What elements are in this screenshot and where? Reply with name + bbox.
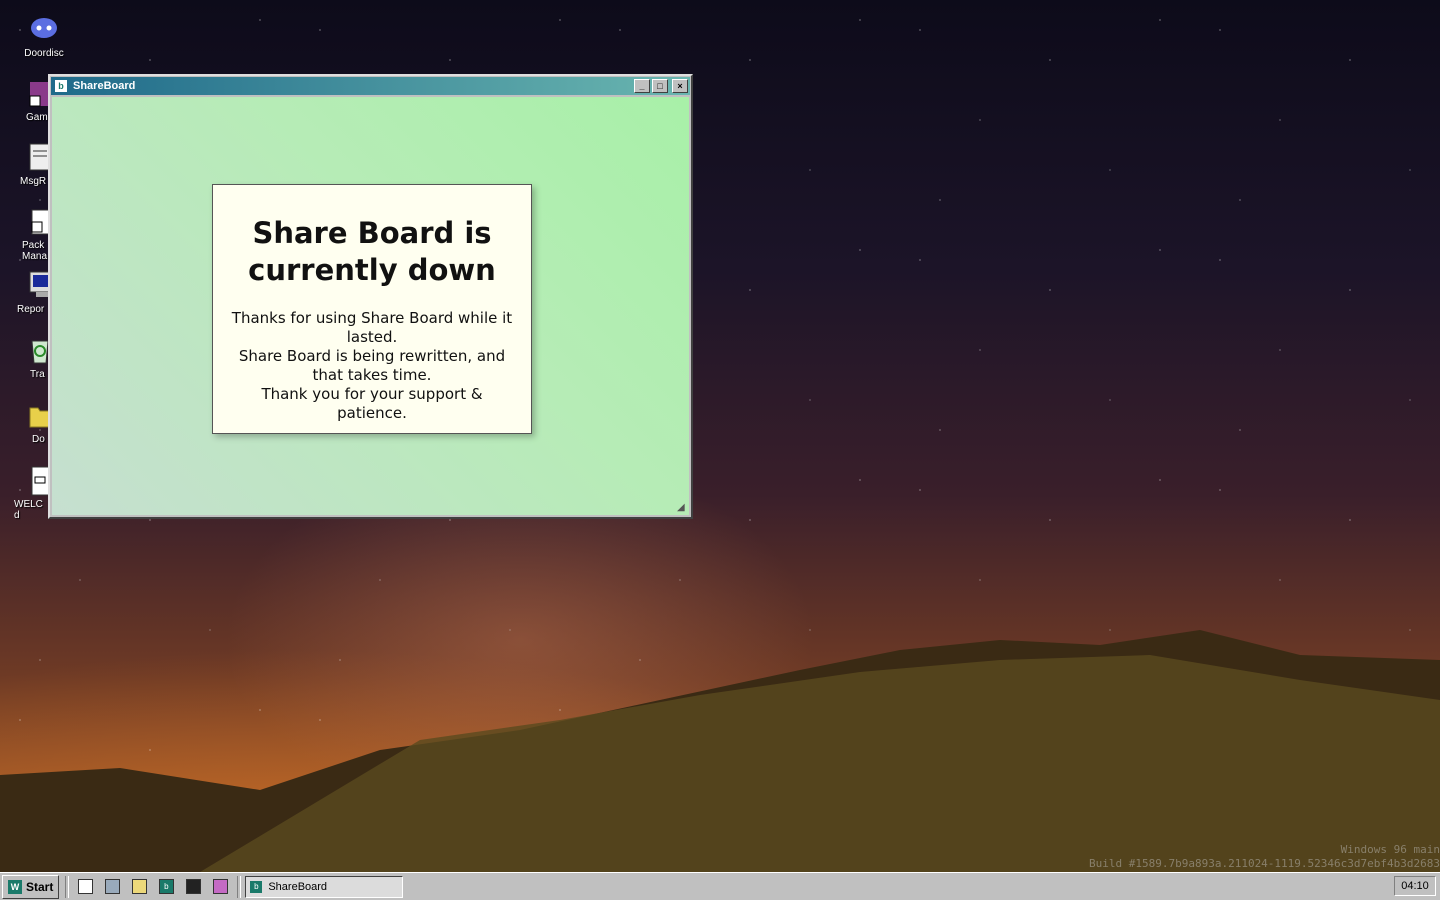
desktop-icon-welcome[interactable]: WELC d (0, 465, 50, 521)
shareboard-task-icon: b (250, 880, 263, 893)
window-titlebar[interactable]: b ShareBoard _ □ × (51, 77, 690, 95)
terminal-icon[interactable] (183, 877, 203, 897)
close-button[interactable]: × (672, 79, 688, 93)
shareboard-window[interactable]: b ShareBoard _ □ × Share Board is curren… (48, 74, 693, 519)
desktop-icon-label: Tra (30, 369, 45, 380)
notice-line-3: Thank you for your support & patience. (261, 385, 483, 422)
package-icon (26, 206, 50, 238)
window-title: ShareBoard (73, 80, 136, 92)
notice-card: Share Board is currently down Thanks for… (212, 184, 532, 434)
window-content: Share Board is currently down Thanks for… (52, 97, 689, 515)
start-label: Start (26, 879, 54, 894)
build-watermark: Windows 96 main Build #1589.7b9a893a.211… (1089, 843, 1440, 871)
desktop-icon-label: WELC d (14, 499, 43, 521)
maximize-button[interactable]: □ (652, 79, 668, 93)
desktop-icon-label: Pack Mana (22, 240, 48, 262)
resize-grip-icon[interactable]: ◢ (677, 503, 687, 513)
task-button-shareboard[interactable]: b ShareBoard (245, 875, 404, 898)
computer-icon[interactable] (102, 877, 122, 897)
document-icon (26, 465, 50, 497)
desktop-icon-msgr[interactable]: MsgR (0, 142, 50, 187)
desktop-icon-package-manager[interactable]: Pack Mana (0, 206, 50, 262)
desktop-icon-label: Repor (17, 304, 45, 315)
wallpaper-hills (0, 630, 1440, 872)
book-icon[interactable] (210, 877, 230, 897)
desktop-icon-trash[interactable]: Tra (0, 335, 50, 380)
start-logo-icon: W (8, 879, 22, 894)
shareboard-app-icon: b (55, 80, 67, 92)
desktop-icon-label: MsgR (20, 176, 47, 187)
desktop-icon-report[interactable]: Repor (0, 270, 50, 315)
minimize-button[interactable]: _ (634, 79, 650, 93)
desktop-icon-label: Game (26, 112, 50, 123)
notice-line-1: Thanks for using Share Board while it la… (231, 309, 513, 346)
explorer-icon[interactable] (129, 877, 149, 897)
desktop-icon-game[interactable]: Game (0, 78, 50, 123)
discord-icon (28, 14, 60, 46)
report-icon (26, 270, 50, 302)
watermark-os-name: Windows 96 main (1340, 843, 1440, 856)
desktop-icon-label: Doordisc (24, 48, 64, 59)
desktop-icon-discord[interactable]: Doordisc (8, 14, 80, 59)
notepad-icon[interactable] (75, 877, 95, 897)
shareboard-icon[interactable]: b (156, 877, 176, 897)
game-icon (26, 78, 50, 110)
taskbar-separator (237, 875, 242, 898)
watermark-build: Build #1589.7b9a893a.211024-1119.52346c3… (1089, 857, 1440, 870)
notice-message: Thanks for using Share Board while it la… (225, 309, 519, 423)
taskbar: W Start b b ShareBoard 04:10 (0, 872, 1440, 900)
trash-icon (24, 335, 50, 367)
taskbar-separator (65, 875, 70, 898)
start-button[interactable]: W Start (2, 874, 60, 899)
folder-icon (26, 400, 50, 432)
task-label: ShareBoard (268, 880, 328, 893)
notice-line-2: Share Board is being rewritten, and that… (238, 347, 506, 384)
desktop-icon-documents[interactable]: Do (0, 400, 50, 445)
message-icon (24, 142, 50, 174)
notice-heading: Share Board is currently down (248, 216, 496, 287)
system-tray-clock[interactable]: 04:10 (1394, 876, 1436, 896)
